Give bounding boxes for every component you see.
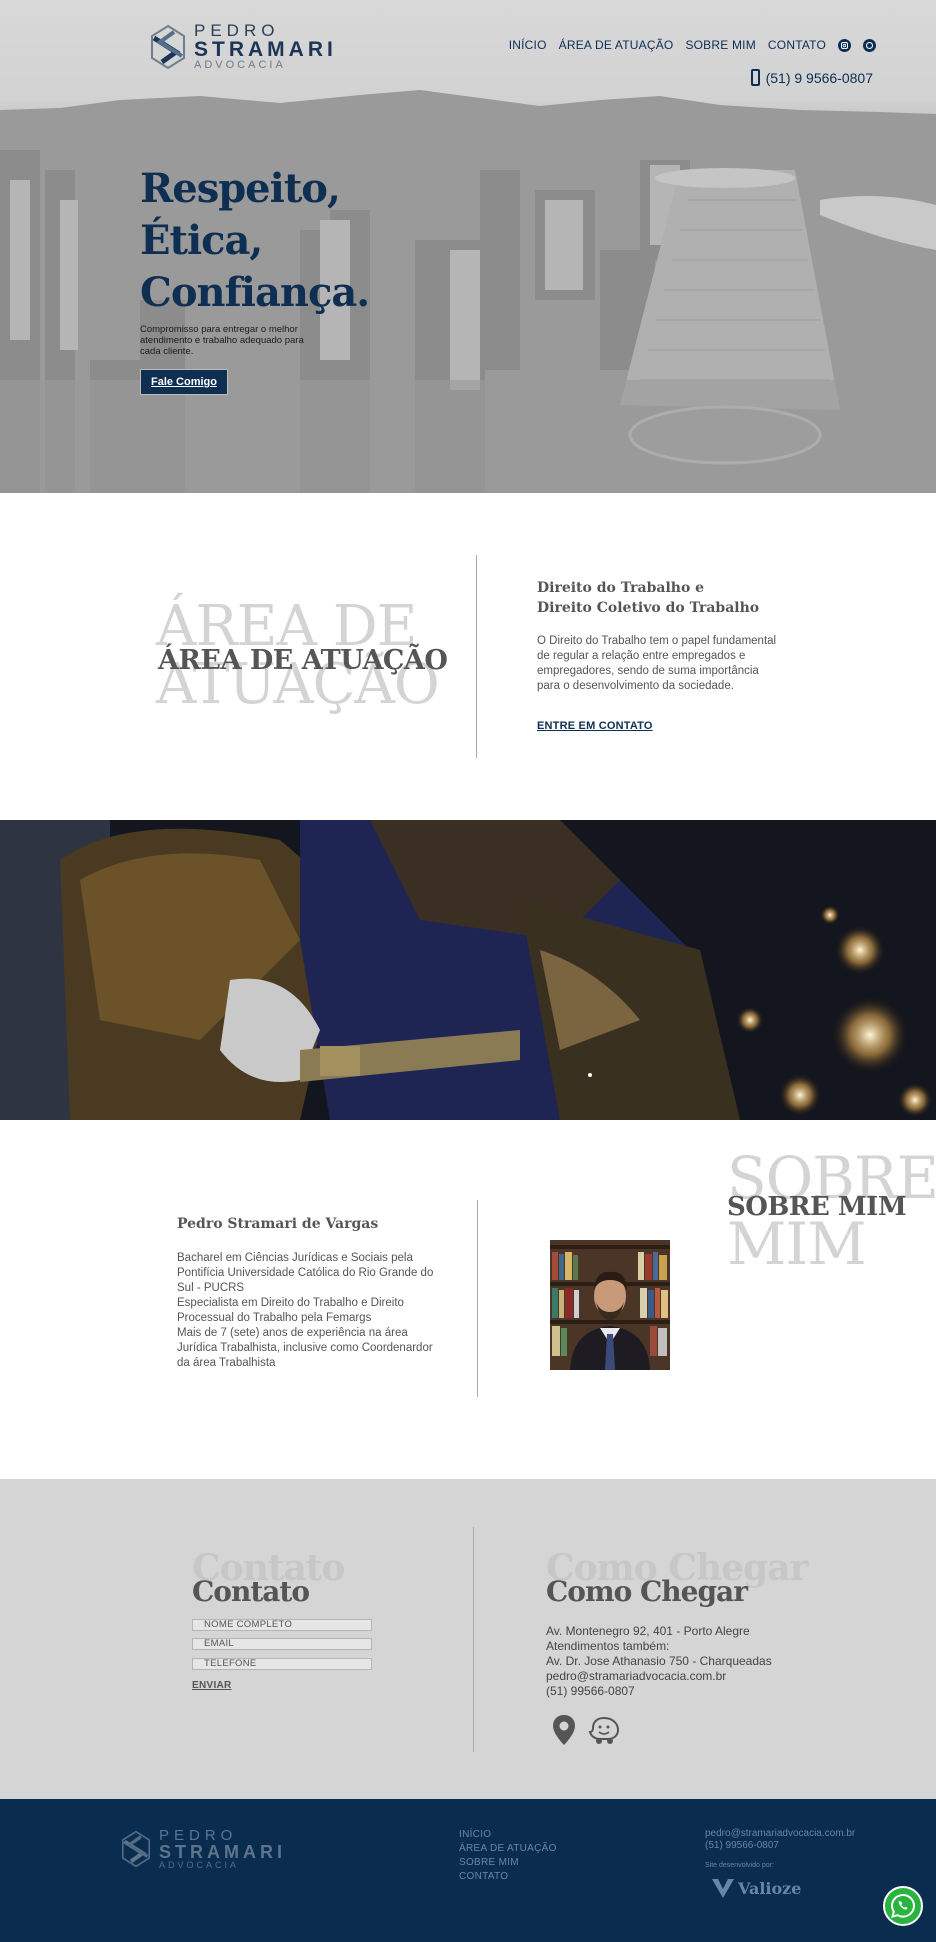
footer-link-inicio[interactable]: INÍCIO — [459, 1828, 557, 1842]
about-title: SOBRE MIM — [727, 1192, 907, 1222]
address-main: Av. Montenegro 92, 401 - Porto Alegre — [546, 1624, 750, 1638]
about-line-1: Bacharel em Ciências Jurídicas e Sociais… — [177, 1252, 434, 1294]
hero-heading-line-3: Confiança. — [140, 269, 370, 316]
hero-heading: Respeito, Ética, Confiança. — [140, 163, 370, 319]
area-heading-line-1: Direito do Trabalho e — [537, 580, 705, 596]
enviar-button[interactable]: ENVIAR — [192, 1680, 232, 1691]
top-nav: INÍCIO ÁREA DE ATUAÇÃO SOBRE MIM CONTATO — [509, 38, 876, 52]
phone-field[interactable]: TELEFONE — [192, 1658, 372, 1670]
whatsapp-icon[interactable] — [863, 38, 876, 52]
area-description: O Direito do Trabalho tem o papel fundam… — [537, 635, 777, 692]
about-line-3: Mais de 7 (sete) anos de experiência na … — [177, 1327, 433, 1369]
footer-logo-line-stramari: STRAMARI — [159, 1842, 286, 1862]
footer-link-sobre[interactable]: SOBRE MIM — [459, 1856, 557, 1870]
fale-comigo-button[interactable]: Fale Comigo — [140, 369, 228, 395]
map-pin-icon[interactable] — [552, 1714, 576, 1746]
address-secondary: Av. Dr. Jose Athanasio 750 - Charqueadas — [546, 1654, 772, 1668]
about-description: Bacharel em Ciências Jurídicas e Sociais… — [177, 1251, 447, 1371]
logo-mark-icon — [151, 24, 185, 69]
footer-dev-label: Site desenvolvido por: — [705, 1862, 774, 1869]
instagram-icon[interactable] — [838, 38, 851, 52]
footer-links: INÍCIO ÁREA DE ATUAÇÃO SOBRE MIM CONTATO — [459, 1828, 557, 1884]
brand-logo[interactable]: PEDRO STRAMARI ADVOCACIA — [150, 22, 337, 71]
about-name: Pedro Stramari de Vargas — [177, 1216, 379, 1232]
contact-phone[interactable]: (51) 99566-0807 — [546, 1684, 772, 1699]
logo-line-pedro: PEDRO — [194, 21, 280, 40]
nav-sobre-mim[interactable]: SOBRE MIM — [685, 38, 755, 52]
contact-title: Contato — [192, 1575, 310, 1608]
footer-link-area[interactable]: ÁREA DE ATUAÇÃO — [459, 1842, 557, 1856]
footer-logo-line-pedro: PEDRO — [159, 1827, 238, 1844]
area-title: ÁREA DE ATUAÇÃO — [158, 645, 448, 676]
entre-em-contato-link[interactable]: ENTRE EM CONTATO — [537, 720, 653, 732]
welder-photo — [0, 820, 936, 1120]
footer-contact: pedro@stramariadvocacia.com.br (51) 9956… — [705, 1828, 855, 1852]
contact-section — [0, 1479, 936, 1799]
directions-info: Av. Montenegro 92, 401 - Porto Alegre At… — [546, 1624, 772, 1699]
footer-phone[interactable]: (51) 99566-0807 — [705, 1840, 855, 1852]
address-also-label: Atendimentos também: — [546, 1639, 670, 1653]
hero-section: PEDRO STRAMARI ADVOCACIA INÍCIO ÁREA DE … — [0, 0, 936, 493]
valioze-mark-icon — [712, 1879, 734, 1898]
nav-contato[interactable]: CONTATO — [768, 38, 826, 52]
lawyer-portrait — [550, 1240, 670, 1370]
whatsapp-float-button[interactable] — [883, 1886, 923, 1926]
waze-icon[interactable] — [588, 1715, 620, 1745]
nav-inicio[interactable]: INÍCIO — [509, 38, 547, 52]
footer-email[interactable]: pedro@stramariadvocacia.com.br — [705, 1828, 855, 1840]
about-line-2: Especialista em Direito do Trabalho e Di… — [177, 1297, 404, 1324]
valioze-logo[interactable]: Valioze — [710, 1876, 801, 1900]
email-field[interactable]: EMAIL — [192, 1638, 372, 1650]
hero-heading-line-2: Ética, — [140, 217, 263, 264]
whatsapp-float-icon — [890, 1893, 916, 1918]
phone-icon — [750, 69, 760, 86]
directions-title: Como Chegar — [546, 1575, 748, 1608]
footer-link-contato[interactable]: CONTATO — [459, 1870, 557, 1884]
hero-subtitle: Compromisso para entregar o melhor atend… — [140, 324, 304, 357]
header-phone-number: (51) 9 9566-0807 — [765, 69, 873, 86]
footer-logo[interactable]: PEDRO STRAMARI ADVOCACIA — [121, 1828, 286, 1870]
area-divider — [476, 555, 477, 758]
area-heading: Direito do Trabalho e Direito Coletivo d… — [537, 578, 759, 618]
footer-logo-line-advocacia: ADVOCACIA — [159, 1860, 240, 1870]
valioze-name: Valioze — [738, 1878, 802, 1898]
logo-line-advocacia: ADVOCACIA — [194, 59, 286, 71]
footer-logo-mark-icon — [121, 1830, 151, 1868]
about-divider — [477, 1200, 478, 1397]
header-phone[interactable]: (51) 9 9566-0807 — [750, 69, 873, 86]
name-field[interactable]: NOME COMPLETO — [192, 1619, 372, 1631]
nav-area-de-atuacao[interactable]: ÁREA DE ATUAÇÃO — [559, 38, 674, 52]
contact-email[interactable]: pedro@stramariadvocacia.com.br — [546, 1669, 772, 1684]
hero-heading-line-1: Respeito, — [140, 165, 341, 212]
logo-line-stramari: STRAMARI — [194, 38, 337, 61]
contact-divider — [473, 1527, 474, 1752]
area-heading-line-2: Direito Coletivo do Trabalho — [537, 600, 760, 616]
